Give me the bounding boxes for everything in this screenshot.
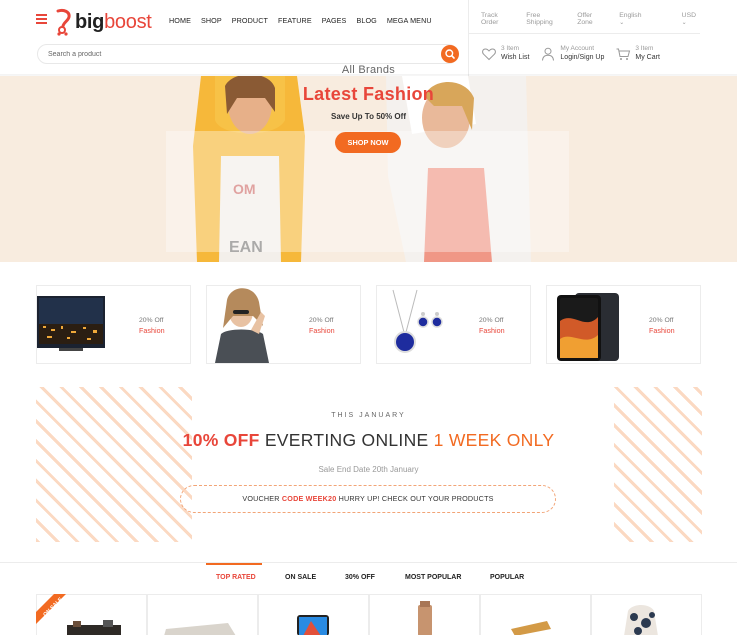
nav-feature[interactable]: FEATURE	[278, 16, 312, 25]
product-card[interactable]	[369, 594, 480, 635]
cart-link[interactable]: 3 Item My Cart	[615, 44, 660, 62]
topbar-divider	[469, 33, 700, 34]
search-input[interactable]	[48, 48, 428, 61]
user-icon	[542, 47, 555, 61]
promo-title-discount: 10% OFF	[182, 430, 260, 450]
category-discount: 20% Off	[649, 317, 674, 324]
promo-title-duration: 1 WEEK ONLY	[433, 430, 555, 450]
cart-icon	[616, 48, 631, 60]
promo-eyebrow: THIS JANUARY	[331, 412, 406, 419]
product-image	[418, 601, 432, 635]
wishlist-count: 3 Item	[501, 45, 520, 52]
free-shipping-link[interactable]: Free Shipping	[526, 12, 564, 26]
wishlist-label: Wish List	[501, 54, 530, 61]
currency-value: USD	[681, 12, 697, 19]
voucher-code: CODE WEEK20	[281, 494, 337, 503]
category-card-phone[interactable]: 20% Off Fashion	[546, 285, 701, 364]
category-card-fashion[interactable]: 20% Off Fashion	[206, 285, 361, 364]
hero-title: Latest Fashion	[302, 84, 435, 104]
tab-popular[interactable]: POPULAR	[490, 574, 524, 581]
product-image	[297, 615, 329, 635]
topbar-links: Track Order Free Shipping Offer Zone Eng…	[481, 12, 737, 26]
account-label: Login/Sign Up	[560, 54, 605, 61]
main-nav: HOME SHOP PRODUCT FEATURE PAGES BLOG MEG…	[169, 16, 442, 25]
nav-pages[interactable]: PAGES	[322, 16, 347, 25]
product-image	[164, 623, 236, 635]
tabs-divider	[0, 562, 737, 563]
category-discount: 20% Off	[309, 317, 334, 324]
voucher-message: HURRY UP! CHECK OUT YOUR PRODUCTS	[338, 494, 494, 503]
cart-label: My Cart	[635, 54, 660, 61]
logo-text-boost: boost	[104, 10, 152, 33]
promo-title-main: EVERTING ONLINE	[264, 430, 429, 450]
promo-title: 10% OFF EVERTING ONLINE 1 WEEK ONLY	[0, 430, 737, 451]
category-discount: 20% Off	[139, 317, 164, 324]
menu-icon[interactable]	[36, 14, 47, 24]
track-order-link[interactable]: Track Order	[481, 12, 513, 26]
shop-now-button[interactable]: SHOP NOW	[335, 132, 401, 153]
tab-on-sale[interactable]: ON SALE	[285, 574, 316, 581]
logo[interactable]: bigboost	[55, 7, 152, 37]
active-tab-indicator	[206, 563, 262, 565]
language-select[interactable]: English ⌄	[619, 12, 668, 26]
product-image	[511, 621, 551, 635]
offer-zone-link[interactable]: Offer Zone	[577, 12, 606, 26]
nav-product[interactable]: PRODUCT	[232, 16, 268, 25]
category-card-jewelry[interactable]: 20% Off Fashion	[376, 285, 531, 364]
promo-end-date: Sale End Date 20th January	[318, 465, 419, 474]
tab-most-popular[interactable]: MOST POPULAR	[405, 574, 461, 581]
product-card[interactable]	[147, 594, 258, 635]
nav-blog[interactable]: BLOG	[356, 16, 376, 25]
currency-select[interactable]: USD ⌄	[682, 12, 724, 26]
search-bar	[37, 44, 458, 64]
category-card-tv[interactable]: 20% Off Fashion	[36, 285, 191, 364]
category-label: Fashion	[649, 326, 675, 335]
product-card[interactable]	[480, 594, 591, 635]
tab-30-off[interactable]: 30% OFF	[345, 574, 375, 581]
tab-top-rated[interactable]: TOP RATED	[216, 574, 256, 581]
tv-image	[37, 296, 105, 351]
jewelry-image	[392, 289, 443, 353]
search-icon	[445, 49, 455, 59]
product-card[interactable]	[258, 594, 369, 635]
nav-mega-menu[interactable]: MEGA MENU	[387, 16, 432, 25]
wishlist-link[interactable]: 3 Item Wish List	[481, 44, 529, 62]
language-value: English	[619, 12, 642, 19]
account-link[interactable]: My Account Login/Sign Up	[540, 44, 604, 62]
voucher-prefix: VOUCHER	[242, 494, 280, 503]
header-tools: 3 Item Wish List My Account Login/Sign Up …	[481, 44, 671, 62]
on-sale-badge: ON SALE	[36, 594, 66, 624]
cart-count: 3 Item	[635, 45, 654, 52]
product-image	[624, 605, 658, 635]
logo-text-big: big	[75, 10, 105, 33]
logo-text: bigboost	[75, 11, 152, 34]
hero-subtitle: All Brands	[341, 64, 396, 76]
heart-icon	[482, 48, 496, 61]
account-title: My Account	[560, 45, 595, 52]
voucher-button[interactable]: VOUCHER CODE WEEK20 HURRY UP! CHECK OUT …	[180, 485, 556, 513]
category-discount: 20% Off	[479, 317, 504, 324]
phone-image	[557, 293, 619, 361]
logo-mark-icon	[56, 8, 71, 36]
category-label: Fashion	[309, 326, 335, 335]
product-card[interactable]	[591, 594, 702, 635]
category-label: Fashion	[139, 326, 165, 335]
chevron-down-icon: ⌄	[619, 20, 625, 26]
hero-offer: Save Up To 50% Off	[331, 112, 406, 121]
search-button[interactable]	[441, 45, 459, 63]
category-label: Fashion	[479, 326, 505, 335]
fashion-model-image	[215, 288, 269, 363]
nav-home[interactable]: HOME	[169, 16, 191, 25]
chevron-down-icon: ⌄	[681, 20, 687, 26]
nav-shop[interactable]: SHOP	[201, 16, 222, 25]
